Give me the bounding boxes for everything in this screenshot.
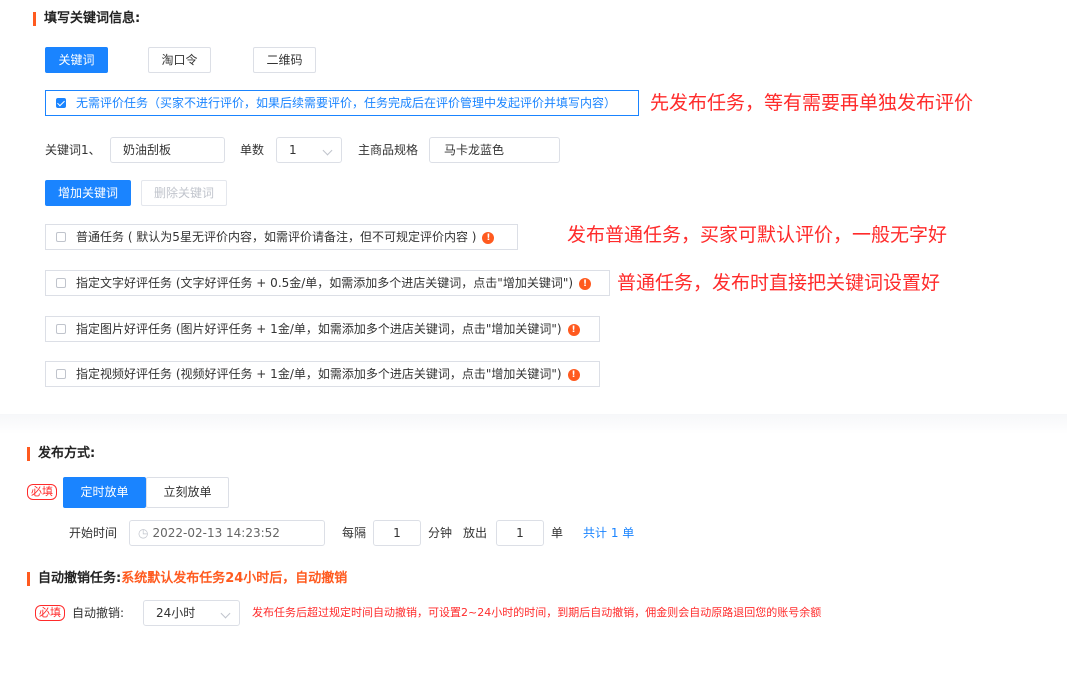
interval-label: 每隔 [342,526,367,540]
image-review-checkbox[interactable] [56,324,66,334]
chevron-down-icon [220,608,231,619]
auto-cancel-note: 发布任务后超过规定时间自动撤销，可设置2~24小时的时间，到期后自动撤销，佣金则… [252,606,822,619]
delete-keyword-button[interactable]: 删除关键词 [141,180,227,206]
unit-label: 单 [551,526,564,540]
spec-input[interactable]: 马卡龙蓝色 [429,137,560,163]
text-review-label: 指定文字好评任务 (文字好评任务 + 0.5金/单，如需添加多个进店关键词，点击… [76,276,574,290]
tab-scheduled-release[interactable]: 定时放单 [63,477,146,508]
tab-taokouling[interactable]: 淘口令 [148,47,211,73]
clock-icon: ◷ [138,526,149,540]
quantity-select[interactable]: 1 [276,137,342,163]
normal-task-label: 普通任务 ( 默认为5星无评价内容，如需评价请备注，但不可规定评价内容 ) [76,230,477,244]
warning-icon: ! [579,277,592,290]
video-review-option[interactable]: 指定视频好评任务 (视频好评任务 + 1金/单，如需添加多个进店关键词，点击"增… [45,361,600,387]
keyword-input[interactable]: 奶油刮板 [110,137,225,163]
auto-cancel-section-title: 自动撤销任务:系统默认发布任务24小时后，自动撤销 [27,572,347,586]
image-review-option[interactable]: 指定图片好评任务 (图片好评任务 + 1金/单，如需添加多个进店关键词，点击"增… [45,316,600,342]
auto-cancel-select[interactable]: 24小时 [143,600,240,626]
normal-task-option[interactable]: 普通任务 ( 默认为5星无评价内容，如需评价请备注，但不可规定评价内容 )! [45,224,518,250]
warning-icon: ! [567,368,580,381]
total-count: 共计 1 单 [583,526,635,540]
video-review-label: 指定视频好评任务 (视频好评任务 + 1金/单，如需添加多个进店关键词，点击"增… [76,367,562,381]
annotation-publish-first: 先发布任务，等有需要再单独发布评价 [650,92,974,114]
normal-task-checkbox[interactable] [56,232,66,242]
auto-cancel-value: 24小时 [156,606,196,620]
auto-cancel-title: 自动撤销任务: [38,571,122,586]
chevron-down-icon [322,145,333,156]
no-review-checkbox[interactable] [56,98,66,108]
minute-label: 分钟 [428,526,453,540]
interval-input[interactable]: 1 [373,520,421,546]
start-time-input[interactable]: ◷ 2022-02-13 14:23:52 [129,520,325,546]
keyword-section-title: 填写关键词信息: [33,12,140,26]
tab-qrcode[interactable]: 二维码 [253,47,316,73]
start-time-value: 2022-02-13 14:23:52 [152,526,280,540]
warning-icon: ! [567,323,580,336]
quantity-label: 单数 [240,143,265,157]
no-review-label: 无需评价任务（买家不进行评价，如果后续需要评价，任务完成后在评价管理中发起评价并… [76,96,617,110]
video-review-checkbox[interactable] [56,369,66,379]
auto-cancel-label: 自动撤销: [72,606,125,620]
keyword-label: 关键词1、 [45,143,101,157]
publish-section-title: 发布方式: [27,447,95,461]
required-badge: 必填 [27,484,57,500]
annotation-normal-task: 发布普通任务，买家可默认评价，一般无字好 [567,224,948,246]
release-label: 放出 [463,526,488,540]
spec-label: 主商品规格 [358,143,419,157]
no-review-option[interactable]: 无需评价任务（买家不进行评价，如果后续需要评价，任务完成后在评价管理中发起评价并… [45,90,639,116]
auto-cancel-subtitle: 系统默认发布任务24小时后，自动撤销 [121,571,348,586]
image-review-label: 指定图片好评任务 (图片好评任务 + 1金/单，如需添加多个进店关键词，点击"增… [76,322,562,336]
annotation-set-keyword: 普通任务，发布时直接把关键词设置好 [617,272,941,294]
section-divider [0,414,1067,434]
quantity-value: 1 [289,143,297,157]
text-review-checkbox[interactable] [56,278,66,288]
text-review-option[interactable]: 指定文字好评任务 (文字好评任务 + 0.5金/单，如需添加多个进店关键词，点击… [45,270,610,296]
release-input[interactable]: 1 [496,520,544,546]
required-badge: 必填 [35,605,65,621]
tab-immediate-release[interactable]: 立刻放单 [146,477,229,508]
tab-keyword[interactable]: 关键词 [45,47,108,73]
start-time-label: 开始时间 [69,526,118,540]
add-keyword-button[interactable]: 增加关键词 [45,180,131,206]
warning-icon: ! [482,231,495,244]
